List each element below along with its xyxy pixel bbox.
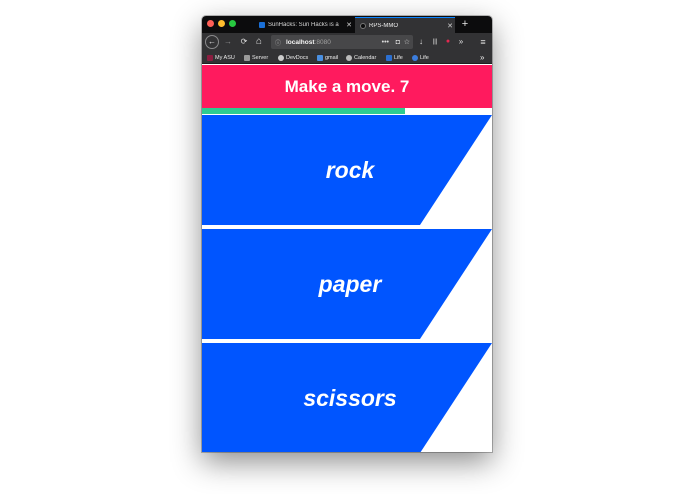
tab-title: SunHacks: Sun Hacks is a — [268, 22, 339, 28]
choice-label: paper — [318, 270, 382, 297]
maximize-window-button[interactable] — [229, 20, 236, 27]
reload-button[interactable]: ⟳ — [238, 35, 250, 49]
bookmark-label: Life — [394, 54, 403, 61]
close-tab-icon[interactable]: ✕ — [445, 22, 455, 30]
rps-favicon-icon — [360, 22, 366, 29]
extension-icon[interactable]: ● — [443, 35, 453, 49]
bookmark-star-icon[interactable]: ☆ — [404, 38, 410, 46]
bookmark-label: gmail — [325, 54, 339, 61]
page-actions-icon[interactable]: ••• — [382, 39, 389, 46]
sunhacks-favicon-icon — [259, 22, 265, 28]
new-tab-button[interactable]: + — [458, 16, 472, 33]
game-header: Make a move. 7 — [202, 65, 492, 108]
bookmark-label: DevDocs — [286, 54, 309, 61]
folder-icon — [244, 54, 250, 61]
url-port: :8080 — [314, 38, 331, 46]
bookmark-label: Server — [252, 54, 269, 61]
menu-icon[interactable]: ≡ — [477, 35, 489, 49]
bookmark-server[interactable]: Server — [244, 52, 268, 63]
back-button[interactable]: ← — [205, 35, 219, 49]
download-icon[interactable]: ↓ — [415, 35, 427, 49]
trello-icon — [386, 54, 392, 61]
timer-bar-fill — [202, 108, 405, 114]
move-prompt: Make a move. 7 — [284, 76, 410, 96]
close-tab-icon[interactable]: ✕ — [344, 21, 354, 29]
url-bar[interactable]: ⓘ localhost :8080 ••• ◘ ☆ — [271, 35, 413, 49]
choice-scissors-button[interactable]: scissors — [202, 343, 492, 452]
bookmarks-bar: My ASU Server DevDocs gmail Calendar Lif… — [202, 51, 492, 64]
pocket-icon[interactable]: ◘ — [396, 39, 400, 46]
bookmark-life-1[interactable]: Life — [386, 52, 403, 63]
bookmark-label: My ASU — [215, 54, 235, 61]
bookmark-my-asu[interactable]: My ASU — [207, 52, 235, 63]
game-page: Make a move. 7 rock paper scissors — [202, 65, 492, 452]
minimize-window-button[interactable] — [218, 20, 225, 27]
home-button[interactable]: ⌂ — [253, 35, 265, 49]
bookmark-life-2[interactable]: Life — [412, 52, 429, 63]
bookmark-gmail[interactable]: gmail — [317, 52, 338, 63]
forward-button[interactable]: → — [222, 35, 234, 49]
navigation-bar: ← → ⟳ ⌂ ⓘ localhost :8080 ••• ◘ ☆ ↓ ||| … — [202, 33, 492, 51]
url-host: localhost — [286, 38, 315, 46]
bookmark-label: Calendar — [354, 54, 377, 61]
globe-icon — [346, 54, 352, 61]
bookmark-devdocs[interactable]: DevDocs — [278, 52, 308, 63]
overflow-icon[interactable]: » — [456, 35, 466, 49]
mail-icon — [317, 54, 323, 61]
tab-strip: SunHacks: Sun Hacks is a ✕ RPS-MMO ✕ + — [202, 16, 492, 33]
choice-label: rock — [325, 156, 375, 183]
choice-label: scissors — [303, 384, 397, 411]
close-window-button[interactable] — [207, 20, 214, 27]
globe-icon — [278, 54, 284, 61]
bookmark-calendar[interactable]: Calendar — [346, 52, 376, 63]
bookmarks-overflow-icon[interactable]: » — [480, 52, 484, 63]
tab-sunhacks[interactable]: SunHacks: Sun Hacks is a ✕ — [254, 17, 354, 33]
timer-bar — [202, 108, 492, 114]
bookmark-label: Life — [420, 54, 429, 61]
browser-window: SunHacks: Sun Hacks is a ✕ RPS-MMO ✕ + ←… — [202, 16, 492, 452]
site-info-icon[interactable]: ⓘ — [274, 38, 282, 47]
life-icon — [412, 54, 418, 61]
tab-rps-mmo[interactable]: RPS-MMO ✕ — [355, 17, 455, 33]
tab-title: RPS-MMO — [369, 22, 398, 29]
choice-paper-button[interactable]: paper — [202, 229, 492, 339]
library-icon[interactable]: ||| — [428, 35, 442, 49]
choice-rock-button[interactable]: rock — [202, 115, 492, 225]
asu-icon — [207, 54, 213, 61]
